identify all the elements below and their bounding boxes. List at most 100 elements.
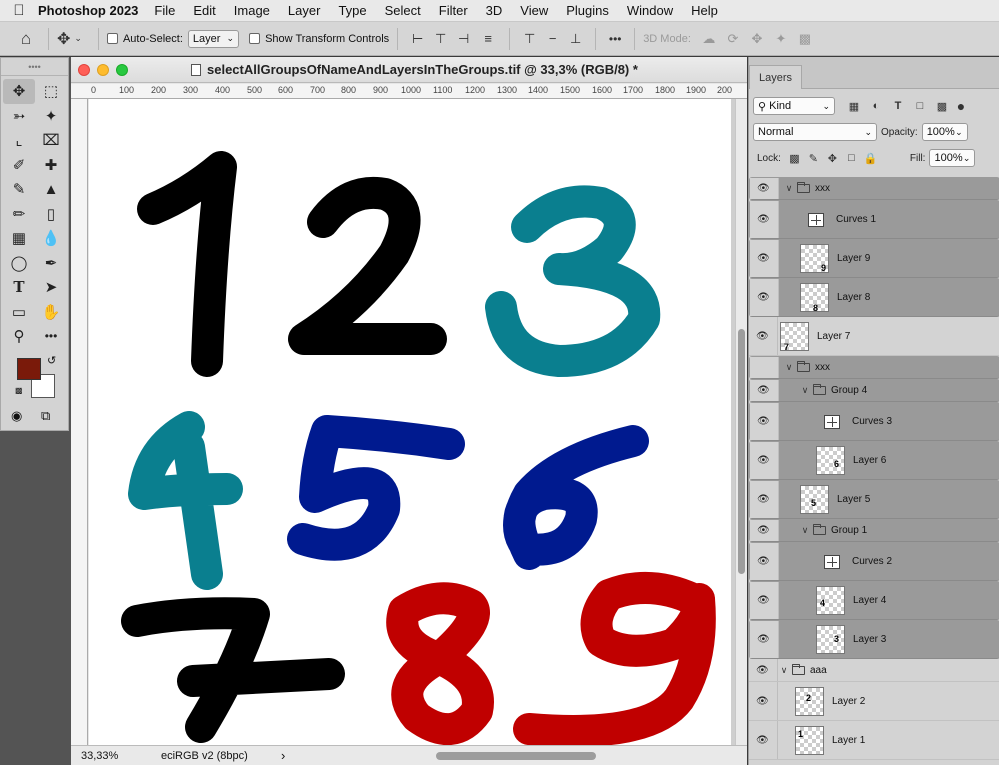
visibility-toggle[interactable]: [750, 357, 779, 378]
layer-row[interactable]: 👁 1 Layer 1: [749, 721, 999, 760]
layer-row[interactable]: 👁 Curves 2: [749, 542, 999, 581]
app-name-menu[interactable]: Photoshop 2023: [38, 3, 138, 18]
menu-view[interactable]: View: [520, 3, 548, 18]
eye-icon[interactable]: 👁: [756, 331, 770, 342]
horizontal-scroll-thumb[interactable]: [436, 752, 596, 760]
layer-row[interactable]: 👁 4 Layer 4: [749, 581, 999, 620]
blend-mode-dropdown[interactable]: Normal ⌄: [753, 123, 877, 141]
apple-icon[interactable]: : [0, 2, 38, 19]
swap-colors-icon[interactable]: ↺: [47, 354, 56, 367]
home-icon[interactable]: ⌂: [0, 29, 52, 49]
eye-icon[interactable]: 👁: [757, 385, 771, 396]
auto-select-dropdown[interactable]: Layer ⌄: [187, 29, 240, 48]
3d-camera-icon[interactable]: ▩: [793, 31, 817, 47]
layer-row[interactable]: 👁 ∨ Group 4: [749, 379, 999, 402]
dodge-tool-icon[interactable]: ◯: [3, 251, 35, 276]
menu-image[interactable]: Image: [234, 3, 270, 18]
distribute-icon[interactable]: ≡: [475, 31, 501, 46]
3d-roll-icon[interactable]: ⟳: [721, 31, 745, 47]
zoom-window-button[interactable]: [116, 63, 128, 76]
pen-tool-icon[interactable]: ✒: [35, 251, 67, 276]
group-expand-chevron-icon[interactable]: ∨: [784, 362, 794, 373]
healing-brush-tool-icon[interactable]: ✚: [35, 153, 67, 178]
frame-tool-icon[interactable]: ⌧: [35, 128, 67, 153]
menu-plugins[interactable]: Plugins: [566, 3, 609, 18]
align-center-icon[interactable]: ⊤: [429, 31, 452, 47]
minimize-window-button[interactable]: [97, 63, 109, 76]
layer-row[interactable]: 👁 6 Layer 6: [749, 441, 999, 480]
screen-mode-icon[interactable]: ⧉: [41, 408, 50, 424]
menu-3d[interactable]: 3D: [486, 3, 503, 18]
layer-row[interactable]: 👁 ∨ aaa: [749, 659, 999, 682]
eye-icon[interactable]: 👁: [757, 556, 771, 567]
move-tool-icon[interactable]: ✥: [57, 29, 70, 49]
eye-icon[interactable]: 👁: [757, 253, 771, 264]
vertical-scrollbar[interactable]: [735, 99, 747, 745]
zoom-level[interactable]: 33,33%: [81, 750, 161, 762]
eye-icon[interactable]: 👁: [757, 214, 771, 225]
lock-artboard-icon[interactable]: □: [842, 152, 861, 164]
menu-file[interactable]: File: [154, 3, 175, 18]
layer-row[interactable]: ∨ xxx: [749, 356, 999, 379]
filter-smart-object-icon[interactable]: ▩: [931, 100, 953, 113]
lock-all-icon[interactable]: 🔒: [861, 152, 880, 165]
filter-pixel-icon[interactable]: ▦: [843, 100, 865, 113]
crop-tool-icon[interactable]: ⌞: [3, 128, 35, 153]
opacity-input[interactable]: 100% ⌄: [921, 123, 968, 141]
edit-toolbar-icon[interactable]: •••: [35, 324, 67, 349]
lock-position-icon[interactable]: ✥: [823, 152, 842, 165]
align-middle-icon[interactable]: −: [541, 31, 564, 46]
document-title-bar[interactable]: selectAllGroupsOfNameAndLayersInTheGroup…: [71, 57, 747, 83]
fill-input[interactable]: 100% ⌄: [929, 149, 976, 167]
group-expand-chevron-icon[interactable]: ∨: [800, 385, 810, 396]
brush-tool-icon[interactable]: ✎: [3, 177, 35, 202]
group-expand-chevron-icon[interactable]: ∨: [784, 183, 794, 194]
menu-edit[interactable]: Edit: [193, 3, 215, 18]
lock-transparent-icon[interactable]: ▩: [785, 152, 804, 165]
blur-tool-icon[interactable]: 💧: [35, 226, 67, 251]
filter-type-icon[interactable]: T: [887, 100, 909, 112]
menu-help[interactable]: Help: [691, 3, 718, 18]
eraser-tool-icon[interactable]: ▯: [35, 202, 67, 227]
layer-row[interactable]: 👁 ∨ xxx: [749, 177, 999, 200]
image-canvas[interactable]: [89, 99, 731, 745]
rectangle-tool-icon[interactable]: ▭: [3, 300, 35, 325]
auto-select-checkbox[interactable]: [106, 33, 118, 44]
group-expand-chevron-icon[interactable]: ∨: [779, 665, 789, 676]
tool-preset-chevron-icon[interactable]: ⌄: [74, 33, 82, 44]
eye-icon[interactable]: 👁: [756, 696, 770, 707]
layer-row[interactable]: 👁 ∨ Group 1: [749, 519, 999, 542]
eye-icon[interactable]: 👁: [757, 525, 771, 536]
magic-wand-tool-icon[interactable]: ✦: [35, 104, 67, 129]
filter-adjustment-icon[interactable]: ◐: [865, 100, 887, 112]
menu-window[interactable]: Window: [627, 3, 673, 18]
menu-layer[interactable]: Layer: [288, 3, 321, 18]
eye-icon[interactable]: 👁: [757, 455, 771, 466]
layer-row[interactable]: 👁 5 Layer 5: [749, 480, 999, 519]
gradient-tool-icon[interactable]: ▦: [3, 226, 35, 251]
menu-type[interactable]: Type: [338, 3, 366, 18]
layer-row[interactable]: 👁 9 Layer 9: [749, 239, 999, 278]
align-top-icon[interactable]: ⊤: [518, 31, 541, 47]
type-tool-icon[interactable]: T: [3, 275, 35, 300]
filter-shape-icon[interactable]: □: [909, 100, 931, 112]
vertical-scroll-thumb[interactable]: [738, 329, 745, 574]
move-tool-icon[interactable]: ✥: [3, 79, 35, 104]
stamp-tool-icon[interactable]: ▲: [35, 177, 67, 202]
eye-icon[interactable]: 👁: [757, 183, 771, 194]
eye-icon[interactable]: 👁: [756, 735, 770, 746]
zoom-tool-icon[interactable]: ⚲: [3, 324, 35, 349]
layer-row[interactable]: 👁 3 Layer 3: [749, 620, 999, 659]
more-options-icon[interactable]: •••: [604, 32, 626, 46]
3d-orbit-icon[interactable]: ☁: [697, 31, 721, 47]
path-select-tool-icon[interactable]: ➤: [35, 275, 67, 300]
show-transform-checkbox[interactable]: [249, 33, 261, 44]
eyedropper-tool-icon[interactable]: ✐: [3, 153, 35, 178]
menu-select[interactable]: Select: [385, 3, 421, 18]
status-menu-arrow-icon[interactable]: ›: [281, 748, 285, 763]
layer-row[interactable]: 👁 7 Layer 7: [749, 317, 999, 356]
eye-icon[interactable]: 👁: [757, 494, 771, 505]
filter-kind-dropdown[interactable]: ⚲ Kind ⌄: [753, 97, 835, 115]
layer-row[interactable]: 👁 Curves 1: [749, 200, 999, 239]
hand-tool-icon[interactable]: ✋: [35, 300, 67, 325]
